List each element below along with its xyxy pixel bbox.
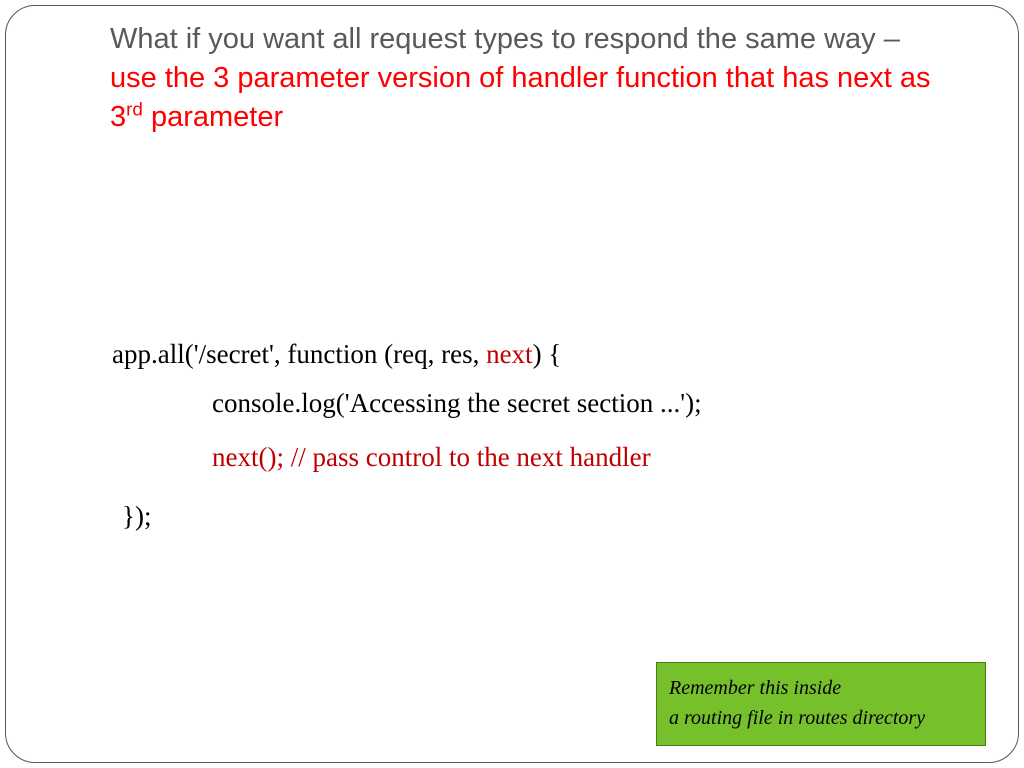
slide-heading: What if you want all request types to re…	[110, 20, 944, 137]
code-next-param: next	[486, 339, 533, 369]
note-box: Remember this inside a routing file in r…	[656, 662, 986, 746]
code-line-1: app.all('/secret', function (req, res, n…	[112, 330, 702, 379]
code-line-3: next(); // pass control to the next hand…	[112, 433, 702, 482]
code-line-2: console.log('Accessing the secret sectio…	[112, 379, 702, 428]
note-line-2: a routing file in routes directory	[669, 703, 973, 733]
code-example: app.all('/secret', function (req, res, n…	[112, 330, 702, 540]
code-line-4: });	[112, 492, 702, 541]
heading-red-text: use the 3 parameter version of handler f…	[110, 62, 931, 133]
heading-grey-text: What if you want all request types to re…	[110, 23, 900, 55]
note-line-1: Remember this inside	[669, 673, 973, 703]
